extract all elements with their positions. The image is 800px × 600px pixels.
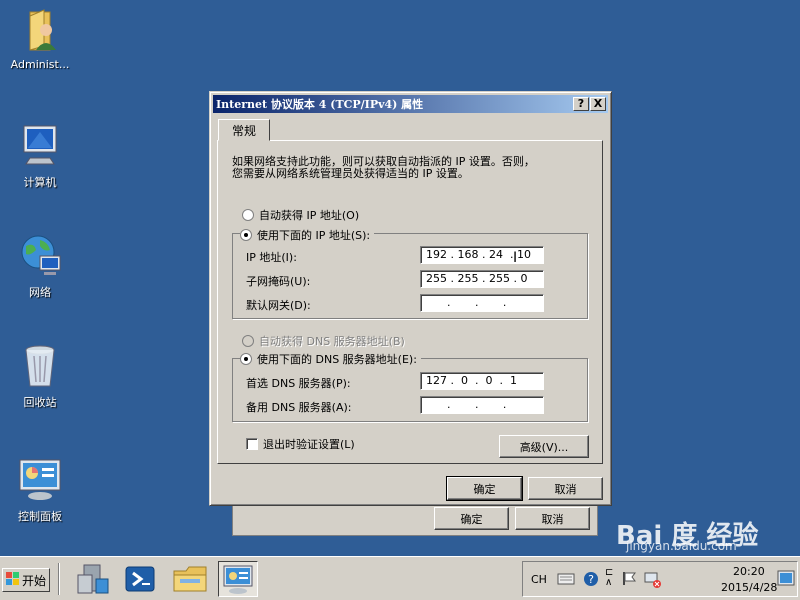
language-indicator[interactable]: CH [531, 573, 547, 586]
subnet-mask-field[interactable]: 255 . 255 . 255 . 0 [420, 270, 544, 288]
radio-selected-icon [240, 229, 252, 241]
desktop-icon-label: 回收站 [23, 396, 57, 409]
desktop-icon-label: 计算机 [23, 176, 57, 189]
computer-icon [16, 122, 64, 170]
bg-cancel-button[interactable]: 取消 [515, 507, 590, 530]
start-button[interactable]: 开始 [2, 568, 50, 592]
server-manager-icon[interactable] [72, 561, 112, 597]
dialog-title: Internet 协议版本 4 (TCP/IPv4) 属性 [216, 98, 424, 111]
dns-auto-radio[interactable]: 自动获得 DNS 服务器地址(B) [242, 333, 409, 349]
desktop-icon-control-panel[interactable]: 控制面板 [0, 456, 80, 524]
explorer-folder-icon[interactable] [170, 561, 210, 597]
radio-selected-icon [240, 353, 252, 365]
user-folder-icon [16, 6, 64, 54]
intro-text-line2: 您需要从网络系统管理员处获得适当的 IP 设置。 [232, 167, 469, 180]
alternate-dns-field[interactable]: . . . [420, 396, 544, 414]
desktop-icon-label: 控制面板 [18, 510, 62, 523]
radio-disabled-icon [242, 335, 254, 347]
recycle-bin-icon [16, 342, 64, 390]
network-globe-icon [16, 232, 64, 280]
system-tray: CH ? ⊏ ∧ 20:20 2015/4/28 [522, 561, 798, 597]
ok-button[interactable]: 确定 [446, 476, 523, 501]
preferred-dns-field[interactable]: 127 . 0 . 0 . 1 [420, 372, 544, 390]
cancel-button[interactable]: 取消 [528, 477, 603, 500]
advanced-button[interactable]: 高级(V)... [499, 435, 589, 458]
close-button[interactable]: X [590, 97, 606, 111]
validate-settings-checkbox[interactable]: 退出时验证设置(L) [246, 436, 359, 452]
dns-manual-radio[interactable]: 使用下面的 DNS 服务器地址(E): [240, 351, 421, 367]
ip-auto-label: 自动获得 IP 地址(O) [259, 209, 360, 222]
start-label: 开始 [22, 573, 47, 588]
bg-ok-button[interactable]: 确定 [434, 507, 509, 530]
flag-icon[interactable] [621, 570, 637, 589]
dns-auto-label: 自动获得 DNS 服务器地址(B) [259, 335, 405, 348]
clock-time[interactable]: 20:20 [733, 565, 765, 578]
clock-date[interactable]: 2015/4/28 [721, 581, 777, 594]
dialog-titlebar[interactable]: Internet 协议版本 4 (TCP/IPv4) 属性 ? X [213, 95, 608, 113]
baidu-watermark-url: jingyan.baidu.com [626, 539, 737, 553]
show-desktop-button[interactable] [777, 565, 795, 593]
ip-manual-radio[interactable]: 使用下面的 IP 地址(S): [240, 227, 375, 243]
desktop-icon-network[interactable]: 网络 [0, 232, 80, 300]
ip-address-field[interactable]: 192 . 168 . 24 . 10 [420, 246, 544, 264]
dns-manual-label: 使用下面的 DNS 服务器地址(E): [257, 353, 417, 366]
default-gateway-label: 默认网关(D): [246, 299, 311, 312]
desktop-icon-computer[interactable]: 计算机 [0, 122, 80, 190]
desktop-icon-label: 网络 [29, 286, 51, 299]
taskbar-separator [58, 563, 60, 595]
desktop-icon-administrator[interactable]: Administ... [0, 6, 80, 71]
validate-settings-label: 退出时验证设置(L) [263, 438, 355, 451]
keyboard-icon[interactable] [557, 572, 575, 589]
show-hidden-icons-icon[interactable]: ⊏ ∧ [605, 568, 613, 588]
help-circle-icon[interactable]: ? [583, 571, 599, 590]
ip-manual-label: 使用下面的 IP 地址(S): [257, 229, 371, 242]
subnet-mask-label: 子网掩码(U): [246, 275, 311, 288]
help-button[interactable]: ? [573, 97, 589, 111]
checkbox-icon [246, 438, 258, 450]
desktop-icon-label: Administ... [10, 58, 70, 71]
network-tray-icon[interactable] [643, 570, 661, 591]
ip-address-label: IP 地址(I): [246, 251, 297, 264]
powershell-icon[interactable] [120, 561, 160, 597]
control-panel-icon [16, 456, 64, 504]
taskbar: 开始 CH ? ⊏ ∧ 20:20 2015/4/28 [0, 556, 800, 600]
default-gateway-field[interactable]: . . . [420, 294, 544, 312]
desktop-icon-recycle-bin[interactable]: 回收站 [0, 342, 80, 410]
radio-icon [242, 209, 254, 221]
alternate-dns-label: 备用 DNS 服务器(A): [246, 401, 352, 414]
tab-general[interactable]: 常规 [218, 119, 270, 141]
svg-text:?: ? [588, 573, 594, 586]
control-panel-taskbar-icon[interactable] [218, 561, 258, 597]
ip-auto-radio[interactable]: 自动获得 IP 地址(O) [242, 207, 364, 223]
windows-logo-icon [6, 571, 20, 589]
text-cursor-icon: I [513, 250, 518, 266]
preferred-dns-label: 首选 DNS 服务器(P): [246, 377, 351, 390]
